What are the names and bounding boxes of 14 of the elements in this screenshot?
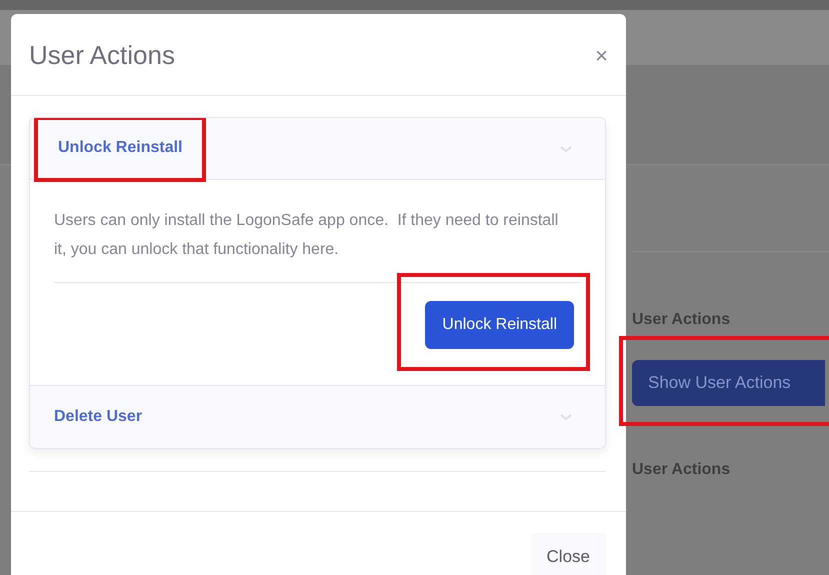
close-button[interactable]: Close — [530, 533, 606, 575]
show-actions-button[interactable]: Show User Actions — [632, 360, 825, 406]
chevron-icon — [559, 413, 573, 422]
description-text: Users can only install the LogonSafe app once. If they need to reinstall it, you can unlock that functionality here. — [54, 211, 560, 260]
chevron-icon — [559, 144, 573, 153]
accordion-header[interactable]: Unlock Reinstall — [30, 118, 605, 180]
accordion-title: Unlock Reinstall — [58, 138, 182, 156]
accordion-title: Delete User — [53, 407, 142, 428]
section-heading: User Actions — [632, 460, 732, 480]
close-button[interactable]: × — [595, 44, 608, 67]
accordion-header[interactable]: Delete User — [30, 386, 605, 448]
unlock-button[interactable]: Unlock Reinstall — [425, 301, 574, 350]
modal-title: User Actions — [29, 40, 175, 72]
section-heading: User Actions — [632, 310, 732, 330]
